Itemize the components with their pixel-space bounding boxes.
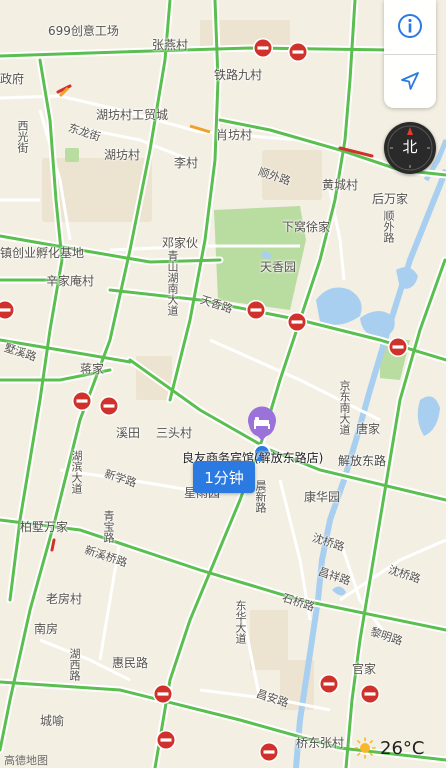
place-label: 699创意工场 [48, 24, 119, 38]
place-label: 下窝徐家 [282, 220, 331, 234]
eta-bubble[interactable]: 1分钟 [193, 454, 262, 493]
place-label: 康华园 [304, 490, 341, 504]
road-closure-icon [388, 337, 408, 357]
place-label: 京东南大道 [338, 380, 351, 435]
place-label: 老房村 [46, 592, 83, 606]
info-icon [398, 14, 422, 38]
eta-text: 1分钟 [204, 468, 244, 487]
road-closure-icon [246, 300, 266, 320]
place-label: 天香园 [260, 260, 297, 274]
place-label: 张燕村 [152, 38, 189, 52]
place-label: 肖坊村 [216, 128, 253, 142]
place-label: 顺外路 [382, 210, 395, 243]
locate-button[interactable] [384, 55, 436, 107]
place-label: 政府 [0, 72, 25, 86]
place-label: 湖西路 [68, 648, 81, 681]
place-label: 西光街 [16, 120, 29, 153]
road-closure-icon [153, 684, 173, 704]
road-closure-icon [319, 674, 339, 694]
place-label: 青山湖南大道 [166, 250, 179, 316]
road-closure-icon [99, 396, 119, 416]
place-label: 黄城村 [322, 178, 359, 192]
road-closure-icon [156, 730, 176, 750]
place-label: 镇创业孵化基地 [0, 246, 85, 260]
place-label: 惠民路 [112, 656, 149, 670]
place-label: 辛家庵村 [46, 274, 95, 288]
location-arrow-icon [401, 72, 419, 90]
temperature-text: 26°C [380, 737, 425, 759]
place-label: 湖滨大道 [70, 450, 83, 494]
road-closure-icon [360, 684, 380, 704]
place-label: 柏墅万家 [20, 520, 69, 534]
place-label: 城喻 [40, 714, 65, 728]
road-closure-icon [253, 38, 273, 58]
place-label: 解放东路 [338, 454, 387, 468]
place-label: 溪田 [116, 426, 141, 440]
place-label: 三头村 [156, 426, 193, 440]
place-label: 南房 [34, 622, 59, 636]
compass-button[interactable]: 北 [384, 122, 436, 174]
place-label: 湖坊村工贸城 [96, 108, 169, 122]
place-label: 后万家 [372, 192, 409, 206]
compass-north-label: 北 [402, 138, 418, 156]
place-label: 桥东张村 [296, 736, 345, 750]
place-label: 东华大道 [234, 600, 247, 644]
road-closure-icon [72, 391, 92, 411]
road-closure-icon [288, 42, 308, 62]
place-label: 官家 [352, 662, 377, 676]
map-controls [384, 0, 436, 108]
place-label: 湖坊村 [104, 148, 141, 162]
road-closure-icon [287, 312, 307, 332]
info-button[interactable] [384, 0, 436, 52]
place-label: 唐家 [356, 422, 381, 436]
place-label: 铁路九村 [214, 68, 263, 82]
place-label: 李村 [174, 156, 199, 170]
place-label: 青宝路 [102, 510, 115, 543]
place-label: 邓家伙 [162, 236, 199, 250]
weather-widget: 26°C [354, 736, 424, 760]
map-attribution: 高德地图 [4, 754, 48, 767]
sun-icon [354, 737, 376, 759]
road-closure-icon [259, 742, 279, 762]
place-label: 蒋家 [80, 362, 105, 376]
